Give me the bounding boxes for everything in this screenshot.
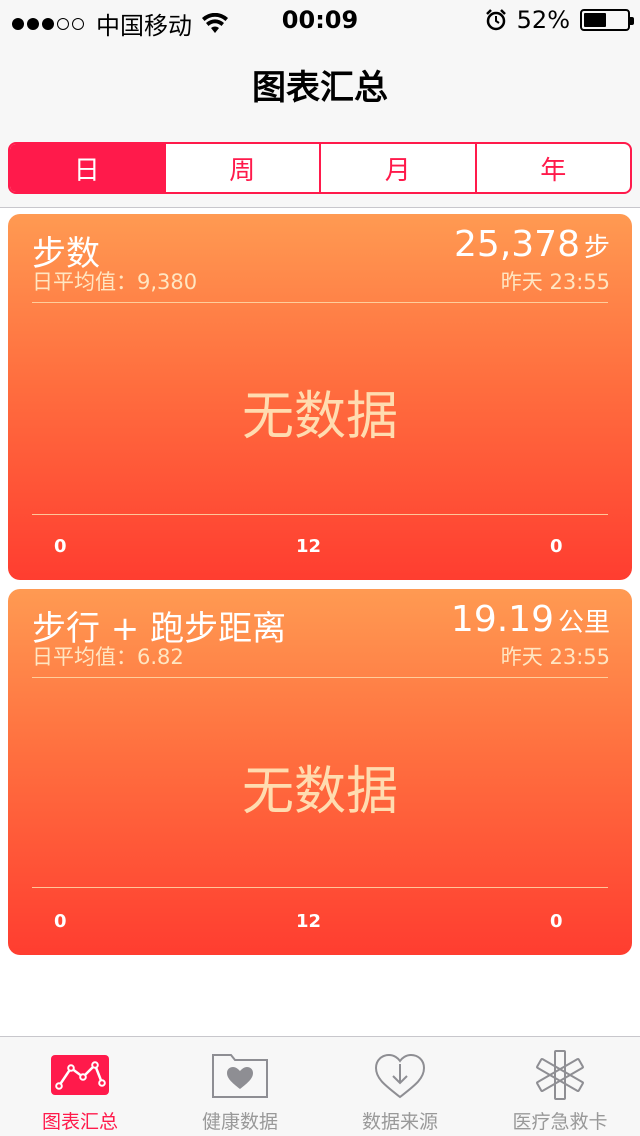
time-range-segmented-control: 日 周 月 年 — [8, 142, 632, 194]
tab-label: 医疗急救卡 — [512, 1111, 608, 1133]
card-value-unit: 公里 — [557, 608, 610, 638]
card-top-divider — [32, 677, 608, 678]
card-daily-average: 日平均值：6.82 — [32, 645, 184, 669]
segment-area: 日 周 月 年 — [0, 130, 640, 208]
alarm-clock-icon — [485, 9, 506, 31]
card-timestamp: 昨天 23:55 — [500, 645, 610, 669]
card-value-number: 19.19 — [450, 599, 554, 640]
card-baseline — [32, 887, 608, 888]
battery-percent: 52% — [516, 6, 570, 34]
tab-dashboard[interactable]: 图表汇总 — [0, 1037, 160, 1136]
card-value: 25,378 步 — [454, 224, 610, 265]
card-no-data: 无数据 — [241, 762, 398, 822]
tab-bar: 图表汇总 健康数据 数据来源 医疗急救卡 — [0, 1036, 640, 1136]
data-sources-icon — [370, 1049, 430, 1101]
card-value: 19.19 公里 — [451, 599, 610, 640]
card-timestamp: 昨天 23:55 — [500, 270, 610, 294]
card-value-number: 25,378 — [454, 224, 580, 265]
axis-label-start: 0 — [54, 911, 67, 932]
tab-medical-id[interactable]: 医疗急救卡 — [480, 1037, 640, 1136]
battery-icon — [580, 9, 634, 31]
segment-day[interactable]: 日 — [10, 144, 164, 192]
walking-running-distance-card[interactable]: 步行 + 跑步距离 19.19 公里 日平均值：6.82 昨天 23:55 无数… — [8, 589, 632, 955]
segment-week[interactable]: 周 — [163, 144, 320, 192]
axis-label-mid: 12 — [296, 911, 322, 932]
card-baseline — [32, 514, 608, 515]
tab-health-data[interactable]: 健康数据 — [160, 1037, 320, 1136]
navigation-bar: 图表汇总 — [0, 40, 640, 130]
axis-label-mid: 12 — [296, 536, 322, 557]
status-bar: 中国移动 00:09 52% — [0, 0, 640, 40]
axis-label-start: 0 — [54, 536, 67, 557]
card-value-unit: 步 — [583, 233, 610, 263]
medical-id-icon — [530, 1049, 590, 1101]
chart-icon — [50, 1049, 110, 1101]
page-title: 图表汇总 — [252, 68, 388, 108]
segment-year[interactable]: 年 — [474, 144, 631, 192]
tab-label: 图表汇总 — [41, 1111, 118, 1133]
card-daily-average: 日平均值：9,380 — [32, 270, 198, 294]
tab-label: 数据来源 — [361, 1111, 438, 1133]
card-top-divider — [32, 302, 608, 303]
steps-card[interactable]: 步数 25,378 步 日平均值：9,380 昨天 23:55 无数据 0 12… — [8, 214, 632, 580]
health-data-folder-icon — [210, 1049, 270, 1101]
tab-label: 健康数据 — [201, 1111, 278, 1133]
axis-label-end: 0 — [550, 911, 563, 932]
tab-data-sources[interactable]: 数据来源 — [320, 1037, 480, 1136]
axis-label-end: 0 — [550, 536, 563, 557]
status-right: 52% — [485, 6, 634, 34]
card-no-data: 无数据 — [241, 387, 398, 447]
segment-month[interactable]: 月 — [319, 144, 475, 192]
